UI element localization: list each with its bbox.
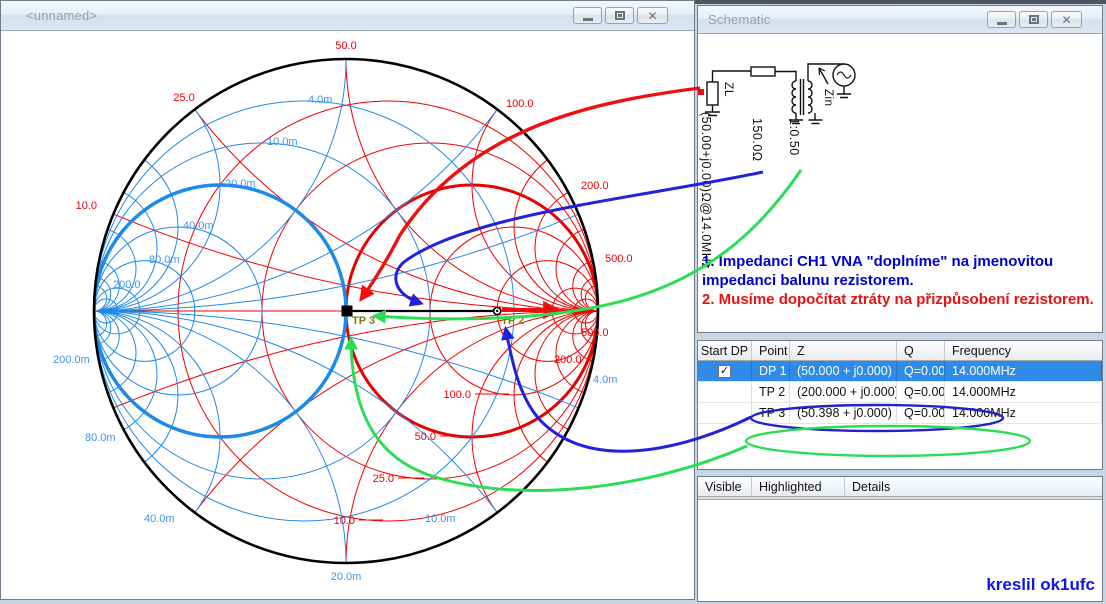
column-header[interactable]: Details: [845, 477, 1102, 496]
svg-text:40.0m: 40.0m: [144, 513, 175, 525]
svg-text:TP 3: TP 3: [352, 315, 375, 327]
load-label: ZL: [722, 82, 736, 97]
chart-window-title: <unnamed>: [11, 8, 97, 23]
z-cell: (50.398 + j0.000) Ω: [790, 403, 897, 423]
svg-text:80.0m: 80.0m: [149, 254, 180, 266]
transformer-primary-coil: [792, 81, 796, 113]
datapoints-header-row: Start DP Point Z Q Frequency: [698, 341, 1102, 361]
svg-text:20.0m: 20.0m: [225, 178, 256, 190]
minimize-icon: [997, 22, 1007, 25]
frequency-cell: 14.000MHz: [945, 382, 1102, 402]
start-dp-cell[interactable]: [698, 382, 752, 402]
q-cell: Q=0.000: [897, 382, 945, 402]
point-cell: TP 3: [752, 403, 790, 423]
close-button[interactable]: ✕: [637, 7, 668, 24]
svg-text:50.0: 50.0: [335, 40, 356, 52]
transformer-secondary-coil: [808, 81, 812, 113]
svg-text:100.0: 100.0: [506, 98, 534, 110]
q-cell: Q=0.000: [897, 361, 945, 381]
restore-button[interactable]: [605, 7, 634, 24]
note-2: 2. Musíme dopočítat ztráty na přizpůsobe…: [702, 290, 1102, 309]
svg-text:200.0: 200.0: [554, 354, 582, 366]
transformer-core: [801, 79, 804, 115]
svg-text:500.0: 500.0: [581, 327, 609, 339]
point-cell: DP 1: [752, 361, 790, 381]
svg-text:10.0m: 10.0m: [425, 513, 456, 525]
schematic-restore-button[interactable]: [1019, 11, 1048, 28]
svg-text:10.0: 10.0: [76, 200, 97, 212]
note-1: 1. Impedanci CH1 VNA "doplníme" na jmeno…: [702, 252, 1102, 290]
svg-text:25.0: 25.0: [173, 92, 194, 104]
series-resistor-symbol: [751, 67, 775, 76]
svg-text:200.0: 200.0: [581, 180, 609, 192]
svg-text:4.0m: 4.0m: [308, 94, 332, 106]
svg-text:20.0m: 20.0m: [331, 571, 362, 583]
svg-text:200.0m: 200.0m: [53, 354, 90, 366]
schematic-titlebar[interactable]: Schematic ✕: [698, 6, 1102, 34]
close-icon: ✕: [1061, 14, 1071, 26]
z-cell: (50.000 + j0.000) Ω: [790, 361, 897, 381]
load-value-label: (50.00+j0.00)Ω@14.0MHz: [699, 112, 713, 269]
table-row-tp2[interactable]: TP 2 (200.000 + j0.000) Ω Q=0.000 14.000…: [698, 382, 1102, 403]
svg-text:4.0m: 4.0m: [593, 374, 617, 386]
column-header[interactable]: Z: [790, 341, 897, 360]
column-header[interactable]: Visible: [698, 477, 752, 496]
app-frame-edge: [695, 0, 1106, 4]
svg-text:80.0m: 80.0m: [85, 432, 116, 444]
annotation-notes: 1. Impedanci CH1 VNA "doplníme" na jmeno…: [702, 252, 1102, 309]
svg-text:25.0: 25.0: [373, 473, 394, 485]
schematic-panel: Schematic ✕: [697, 5, 1103, 333]
chart-window-titlebar[interactable]: <unnamed> ✕: [1, 1, 694, 31]
datapoint-node-marker: [698, 89, 704, 95]
q-cell: Q=0.000: [897, 403, 945, 423]
datapoints-panel: Datapoints ✕ Start DP Point Z Q Frequenc…: [697, 340, 1103, 470]
svg-text:500.0: 500.0: [605, 253, 633, 265]
load-resistor-symbol: [707, 82, 718, 105]
svg-text:10.0m: 10.0m: [267, 136, 298, 148]
column-header[interactable]: Highlighted: [752, 477, 845, 496]
series-resistor-label: 150.0Ω: [750, 118, 764, 162]
column-header[interactable]: Start DP: [698, 341, 752, 360]
svg-text:100.0: 100.0: [443, 389, 471, 401]
chart-window: <unnamed> ✕ 10.0 25.0 50.0 100.0 200.0 500.0 4…: [0, 0, 695, 600]
table-row-tp3[interactable]: TP 3 (50.398 + j0.000) Ω Q=0.000 14.000M…: [698, 403, 1102, 424]
z-cell: (200.000 + j0.000) Ω: [790, 382, 897, 402]
restore-icon: [1029, 15, 1039, 24]
transformer-ratio-label: 1:0.50: [787, 118, 801, 156]
schematic-minimize-button[interactable]: [987, 11, 1016, 28]
table-row-dp1[interactable]: ✓ DP 1 (50.000 + j0.000) Ω Q=0.000 14.00…: [698, 361, 1102, 382]
column-header[interactable]: Frequency: [945, 341, 1102, 360]
svg-text:200.0: 200.0: [113, 279, 141, 291]
start-dp-checkbox[interactable]: ✓: [718, 365, 731, 378]
frequency-cell: 14.000MHz: [945, 361, 1102, 381]
datapoints-table: Start DP Point Z Q Frequency ✓ DP 1 (50.…: [698, 341, 1102, 424]
schematic-close-button[interactable]: ✕: [1051, 11, 1082, 28]
close-icon: ✕: [647, 10, 657, 22]
zin-label: Zin: [822, 89, 834, 106]
minimize-icon: [583, 18, 593, 21]
column-header[interactable]: Point: [752, 341, 790, 360]
circles-header-row: Visible Highlighted Details: [698, 477, 1102, 497]
column-header[interactable]: Q: [897, 341, 945, 360]
credit-text: kreslil ok1ufc: [905, 575, 1095, 595]
schematic-title: Schematic: [708, 12, 771, 27]
start-dp-cell[interactable]: [698, 403, 752, 423]
point-cell: TP 2: [752, 382, 790, 402]
minimize-button[interactable]: [573, 7, 602, 24]
svg-text:TP 2: TP 2: [501, 315, 524, 327]
svg-text:10.0: 10.0: [334, 515, 355, 527]
frequency-cell: 14.000MHz: [945, 403, 1102, 423]
restore-icon: [615, 11, 625, 20]
svg-text:50.0: 50.0: [415, 431, 436, 443]
svg-text:40.0m: 40.0m: [183, 220, 214, 232]
circles-table: Visible Highlighted Details: [698, 477, 1102, 497]
smith-chart[interactable]: 10.0 25.0 50.0 100.0 200.0 500.0 4.0m 10.0m 20.0…: [1, 31, 694, 599]
